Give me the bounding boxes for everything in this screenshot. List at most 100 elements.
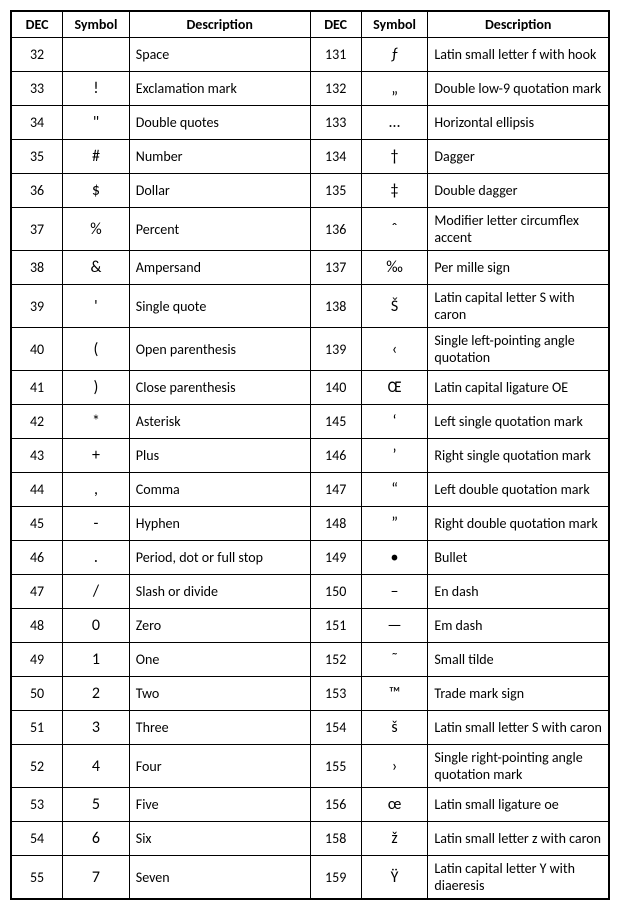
cell-dec: 150 xyxy=(310,575,361,609)
cell-symbol: ˜ xyxy=(361,643,428,677)
cell-description: Double quotes xyxy=(129,106,310,140)
cell-description: Open parenthesis xyxy=(129,328,310,371)
cell-description: Comma xyxy=(129,473,310,507)
table-row: 41)Close parenthesis140ŒLatin capital li… xyxy=(11,371,609,405)
table-row: 524Four155›Single right-pointing angle q… xyxy=(11,745,609,788)
cell-symbol: ” xyxy=(361,507,428,541)
cell-dec: 53 xyxy=(11,788,63,822)
table-row: 38&Ampersand137‰Per mille sign xyxy=(11,251,609,285)
cell-symbol: œ xyxy=(361,788,428,822)
cell-symbol: . xyxy=(63,541,130,575)
table-row: 32Space131ƒLatin small letter f with hoo… xyxy=(11,38,609,72)
table-row: 39'Single quote138ŠLatin capital letter … xyxy=(11,285,609,328)
cell-symbol: ‡ xyxy=(361,174,428,208)
table-row: 546Six158žLatin small letter z with caro… xyxy=(11,822,609,856)
cell-description: Four xyxy=(129,745,310,788)
cell-dec: 36 xyxy=(11,174,63,208)
cell-description: Single right-pointing angle quotation ma… xyxy=(428,745,609,788)
cell-symbol: 5 xyxy=(63,788,130,822)
cell-dec: 39 xyxy=(11,285,63,328)
cell-dec: 35 xyxy=(11,140,63,174)
cell-description: Em dash xyxy=(428,609,609,643)
cell-description: Latin small letter f with hook xyxy=(428,38,609,72)
cell-description: Right double quotation mark xyxy=(428,507,609,541)
cell-description: Six xyxy=(129,822,310,856)
cell-dec: 34 xyxy=(11,106,63,140)
cell-description: Hyphen xyxy=(129,507,310,541)
cell-description: Percent xyxy=(129,208,310,251)
cell-symbol: - xyxy=(63,507,130,541)
cell-dec: 45 xyxy=(11,507,63,541)
cell-dec: 149 xyxy=(310,541,361,575)
cell-dec: 154 xyxy=(310,711,361,745)
cell-dec: 133 xyxy=(310,106,361,140)
cell-dec: 37 xyxy=(11,208,63,251)
cell-description: Trade mark sign xyxy=(428,677,609,711)
cell-dec: 159 xyxy=(310,856,361,900)
cell-dec: 147 xyxy=(310,473,361,507)
cell-description: Latin capital ligature OE xyxy=(428,371,609,405)
cell-dec: 32 xyxy=(11,38,63,72)
cell-symbol: 0 xyxy=(63,609,130,643)
cell-description: Bullet xyxy=(428,541,609,575)
cell-description: Latin small letter S with caron xyxy=(428,711,609,745)
table-row: 46.Period, dot or full stop149•Bullet xyxy=(11,541,609,575)
cell-symbol: — xyxy=(361,609,428,643)
cell-symbol: › xyxy=(361,745,428,788)
table-row: 491One152˜Small tilde xyxy=(11,643,609,677)
cell-dec: 158 xyxy=(310,822,361,856)
cell-description: Latin small letter z with caron xyxy=(428,822,609,856)
table-row: 45-Hyphen148”Right double quotation mark xyxy=(11,507,609,541)
cell-symbol: † xyxy=(361,140,428,174)
cell-symbol: 3 xyxy=(63,711,130,745)
cell-symbol: ' xyxy=(63,285,130,328)
cell-description: Zero xyxy=(129,609,310,643)
cell-symbol: 4 xyxy=(63,745,130,788)
cell-symbol: 7 xyxy=(63,856,130,900)
cell-symbol: 6 xyxy=(63,822,130,856)
cell-dec: 49 xyxy=(11,643,63,677)
cell-dec: 137 xyxy=(310,251,361,285)
cell-description: Period, dot or full stop xyxy=(129,541,310,575)
cell-dec: 151 xyxy=(310,609,361,643)
cell-dec: 50 xyxy=(11,677,63,711)
cell-dec: 40 xyxy=(11,328,63,371)
cell-description: Double dagger xyxy=(428,174,609,208)
cell-symbol: š xyxy=(361,711,428,745)
cell-dec: 42 xyxy=(11,405,63,439)
cell-symbol: ‘ xyxy=(361,405,428,439)
header-dec-right: DEC xyxy=(310,11,361,38)
cell-dec: 139 xyxy=(310,328,361,371)
cell-description: Three xyxy=(129,711,310,745)
header-dec-left: DEC xyxy=(11,11,63,38)
cell-symbol: ( xyxy=(63,328,130,371)
cell-description: Small tilde xyxy=(428,643,609,677)
cell-dec: 152 xyxy=(310,643,361,677)
cell-symbol: / xyxy=(63,575,130,609)
cell-dec: 46 xyxy=(11,541,63,575)
table-row: 44,Comma147“Left double quotation mark xyxy=(11,473,609,507)
cell-dec: 44 xyxy=(11,473,63,507)
cell-symbol: 1 xyxy=(63,643,130,677)
cell-dec: 48 xyxy=(11,609,63,643)
table-row: 557Seven159ŸLatin capital letter Y with … xyxy=(11,856,609,900)
cell-description: Number xyxy=(129,140,310,174)
cell-symbol: ™ xyxy=(361,677,428,711)
cell-description: Plus xyxy=(129,439,310,473)
cell-symbol: ˆ xyxy=(361,208,428,251)
cell-description: Space xyxy=(129,38,310,72)
cell-dec: 153 xyxy=(310,677,361,711)
table-row: 480Zero151—Em dash xyxy=(11,609,609,643)
cell-description: Latin capital letter Y with diaeresis xyxy=(428,856,609,900)
cell-dec: 134 xyxy=(310,140,361,174)
table-row: 47/Slash or divide150–En dash xyxy=(11,575,609,609)
cell-symbol: ’ xyxy=(361,439,428,473)
cell-dec: 132 xyxy=(310,72,361,106)
cell-dec: 47 xyxy=(11,575,63,609)
table-row: 40(Open parenthesis139‹Single left-point… xyxy=(11,328,609,371)
table-row: 33!Exclamation mark132„Double low-9 quot… xyxy=(11,72,609,106)
header-description-left: Description xyxy=(129,11,310,38)
cell-symbol: % xyxy=(63,208,130,251)
cell-symbol: $ xyxy=(63,174,130,208)
table-row: 36$Dollar135‡Double dagger xyxy=(11,174,609,208)
